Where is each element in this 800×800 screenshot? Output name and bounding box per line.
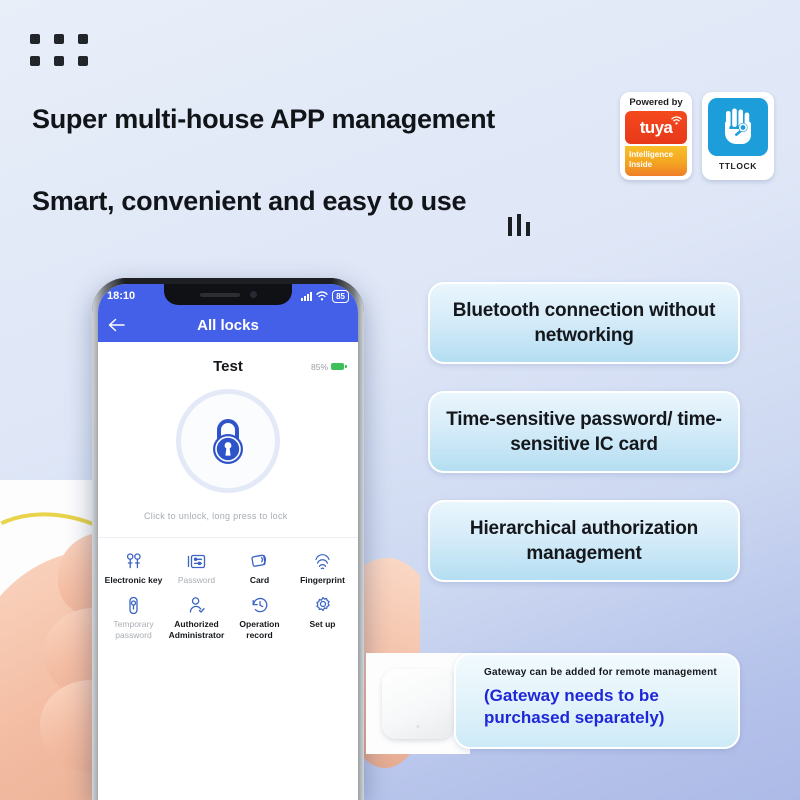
tuya-powered-by-label: Powered by bbox=[629, 97, 683, 108]
menu-item-label: Card bbox=[249, 575, 270, 585]
menu-item-operation-record[interactable]: Operation record bbox=[228, 594, 291, 641]
dot bbox=[30, 34, 40, 44]
menu-item-label: Operation record bbox=[239, 619, 280, 640]
feature-card-text: Time-sensitive password/ time-sensitive … bbox=[446, 409, 722, 455]
gateway-device bbox=[382, 668, 454, 739]
gear-icon bbox=[314, 594, 332, 616]
history-clock-icon bbox=[251, 594, 269, 616]
menu-item-temporary-password[interactable]: Temporary password bbox=[102, 594, 165, 641]
promo-page: Super multi-house APP management Smart, … bbox=[0, 0, 800, 800]
status-bar-time: 18:10 bbox=[107, 290, 136, 302]
temporary-password-icon bbox=[127, 594, 140, 616]
feature-menu-grid: Electronic key Password Card Fingerprint… bbox=[98, 550, 358, 641]
tuya-wordmark: tuya bbox=[625, 111, 687, 145]
tuya-badge: Powered by tuya Intelligence Inside bbox=[620, 92, 692, 180]
lock-battery-status: 85% bbox=[310, 361, 347, 372]
status-bar-indicators: 85 bbox=[301, 289, 349, 303]
gateway-section: Gateway can be added for remote manageme… bbox=[366, 653, 740, 754]
menu-item-label: Password bbox=[177, 575, 216, 585]
menu-item-fingerprint[interactable]: Fingerprint bbox=[291, 550, 354, 586]
menu-item-label: Fingerprint bbox=[300, 575, 345, 585]
hand-with-key-icon bbox=[725, 108, 751, 144]
bars-decoration-icon bbox=[508, 212, 530, 236]
ttlock-badge: TTLOCK bbox=[702, 92, 774, 180]
page-title: All locks bbox=[197, 316, 259, 334]
menu-divider bbox=[98, 537, 358, 538]
unlock-button[interactable] bbox=[176, 389, 280, 493]
app-bar: All locks bbox=[98, 308, 358, 342]
signal-bars-icon bbox=[301, 291, 313, 301]
tuya-tagline-line2: Inside bbox=[629, 160, 653, 170]
menu-item-label: Temporary password bbox=[113, 619, 154, 640]
menu-item-label: Electronic key bbox=[104, 575, 163, 585]
dot bbox=[78, 34, 88, 44]
phone-notch bbox=[164, 284, 292, 305]
wifi-icon bbox=[671, 116, 682, 125]
feature-cards: Bluetooth connection without networking … bbox=[428, 282, 740, 582]
menu-item-authorized-administrator[interactable]: Authorized Administrator bbox=[165, 594, 228, 641]
lock-name: Test bbox=[213, 358, 243, 375]
ttlock-hand-key-icon bbox=[708, 98, 768, 156]
status-bar-battery: 85 bbox=[332, 289, 349, 303]
fingerprint-icon bbox=[314, 550, 331, 572]
brand-badges: Powered by tuya Intelligence Inside TTLO… bbox=[620, 92, 774, 180]
phone-mockup: 18:10 85 All locks Test 85% Click to unl… bbox=[92, 278, 364, 800]
gateway-highlight-text: (Gateway needs to be purchased separatel… bbox=[484, 686, 665, 727]
feature-card-text: Bluetooth connection without networking bbox=[452, 300, 716, 346]
menu-item-electronic-key[interactable]: Electronic key bbox=[102, 550, 165, 586]
tuya-wordmark-text: tuya bbox=[639, 117, 673, 137]
menu-item-label: Set up bbox=[309, 619, 336, 629]
key-icon bbox=[125, 550, 143, 572]
battery-icon bbox=[331, 363, 347, 370]
headline-primary: Super multi-house APP management bbox=[32, 104, 495, 134]
tuya-tagline: Intelligence Inside bbox=[625, 146, 687, 176]
lock-header-row: Test 85% bbox=[98, 358, 358, 375]
feature-card-time-sensitive: Time-sensitive password/ time-sensitive … bbox=[428, 391, 740, 473]
ttlock-label: TTLOCK bbox=[718, 161, 758, 171]
card-icon bbox=[250, 550, 269, 572]
menu-item-card[interactable]: Card bbox=[228, 550, 291, 586]
tuya-tagline-line1: Intelligence bbox=[629, 150, 674, 160]
gateway-note-card: Gateway can be added for remote manageme… bbox=[454, 653, 740, 749]
menu-item-password[interactable]: Password bbox=[165, 550, 228, 586]
lock-battery-percent: 85% bbox=[310, 361, 328, 372]
dot bbox=[54, 34, 64, 44]
menu-item-label: Authorized Administrator bbox=[168, 619, 225, 640]
back-arrow-icon[interactable] bbox=[108, 318, 126, 332]
menu-item-set-up[interactable]: Set up bbox=[291, 594, 354, 641]
lock-hint-text: Click to unlock, long press to lock bbox=[144, 511, 288, 521]
lock-button-area bbox=[98, 389, 358, 493]
earpiece-speaker-icon bbox=[199, 292, 240, 297]
dot bbox=[30, 56, 40, 66]
headline-secondary: Smart, convenient and easy to use bbox=[32, 186, 467, 216]
admin-user-icon bbox=[188, 594, 206, 616]
dot-grid-decoration bbox=[30, 34, 88, 66]
phone-screen: 18:10 85 All locks Test 85% Click to unl… bbox=[98, 284, 358, 800]
padlock-icon bbox=[213, 419, 243, 464]
feature-card-bluetooth: Bluetooth connection without networking bbox=[428, 282, 740, 364]
dot bbox=[78, 56, 88, 66]
password-icon bbox=[187, 550, 206, 572]
dot bbox=[54, 56, 64, 66]
feature-card-text: Hierarchical authorization management bbox=[469, 518, 699, 564]
gateway-note-text: Gateway can be added for remote manageme… bbox=[484, 667, 717, 678]
wifi-icon bbox=[316, 291, 328, 301]
feature-card-hierarchical: Hierarchical authorization management bbox=[428, 500, 740, 582]
front-camera-icon bbox=[249, 291, 257, 298]
